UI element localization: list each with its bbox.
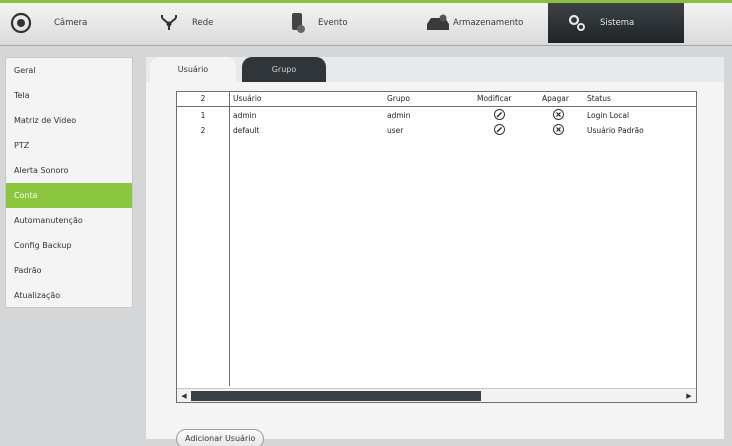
scrollbar-thumb[interactable]	[191, 391, 481, 401]
row-2-status: Usuário Padrão	[587, 126, 644, 135]
delete-icon[interactable]	[553, 109, 564, 120]
header-divider	[177, 106, 696, 107]
header-status: Status	[587, 94, 611, 103]
tab-grupo[interactable]: Grupo	[242, 57, 326, 82]
nav-armazenamento-label: Armazenamento	[453, 18, 524, 28]
user-table: 2 Usuário Grupo Modificar Apagar Status …	[176, 91, 697, 403]
camera-icon	[10, 12, 32, 34]
nav-evento[interactable]: Evento	[290, 3, 400, 43]
main-panel: Usuário Grupo 2 Usuário Grupo Modificar …	[146, 57, 724, 446]
scroll-left-icon[interactable]: ◀	[178, 390, 190, 402]
header-apagar: Apagar	[542, 94, 569, 103]
sidebar-item-ptz[interactable]: PTZ	[6, 133, 132, 158]
header-modificar: Modificar	[477, 94, 512, 103]
sidebar-item-automanutencao[interactable]: Automanutenção	[6, 208, 132, 233]
event-icon	[290, 12, 306, 34]
scroll-right-icon[interactable]: ▶	[683, 390, 695, 402]
sidebar-item-atualizacao[interactable]: Atualização	[6, 283, 132, 308]
gears-icon	[568, 14, 586, 32]
tab-content: 2 Usuário Grupo Modificar Apagar Status …	[146, 82, 724, 446]
storage-icon	[425, 14, 451, 32]
user-count: 2	[200, 94, 206, 103]
edit-icon[interactable]	[494, 109, 505, 120]
header-usuario: Usuário	[233, 94, 262, 103]
add-user-button[interactable]: Adicionar Usuário	[176, 429, 265, 446]
row-1-user: admin	[233, 111, 257, 120]
column-divider	[229, 92, 230, 386]
sidebar-item-matriz-video[interactable]: Matriz de Video	[6, 108, 132, 133]
row-1-index: 1	[200, 111, 206, 120]
sidebar-item-geral[interactable]: Geral	[6, 58, 132, 83]
horizontal-scrollbar[interactable]: ◀ ▶	[177, 388, 696, 402]
sidebar-item-padrao[interactable]: Padrão	[6, 258, 132, 283]
nav-rede-label: Rede	[192, 18, 214, 28]
row-2-index: 2	[200, 126, 206, 135]
network-icon	[160, 14, 178, 32]
sidebar-item-alerta-sonoro[interactable]: Alerta Sonoro	[6, 158, 132, 183]
nav-rede[interactable]: Rede	[160, 3, 270, 43]
row-1-status: Login Local	[587, 111, 630, 120]
nav-evento-label: Evento	[318, 18, 348, 28]
row-2-user: default	[233, 126, 260, 135]
row-1-grupo: admin	[387, 111, 411, 120]
nav-camera-label: Câmera	[54, 18, 88, 28]
edit-icon[interactable]	[494, 124, 505, 135]
sidebar-item-tela[interactable]: Tela	[6, 83, 132, 108]
sidebar: Geral Tela Matriz de Video PTZ Alerta So…	[5, 57, 133, 308]
header-grupo: Grupo	[387, 94, 410, 103]
delete-icon[interactable]	[553, 124, 564, 135]
row-2-grupo: user	[387, 126, 404, 135]
nav-armazenamento[interactable]: Armazenamento	[425, 3, 550, 43]
nav-camera[interactable]: Câmera	[10, 3, 120, 43]
tab-usuario[interactable]: Usuário	[150, 57, 236, 82]
sidebar-item-conta[interactable]: Conta	[6, 183, 132, 208]
nav-sistema[interactable]: Sistema	[548, 3, 684, 43]
nav-sistema-label: Sistema	[600, 18, 635, 28]
sidebar-item-config-backup[interactable]: Config Backup	[6, 233, 132, 258]
